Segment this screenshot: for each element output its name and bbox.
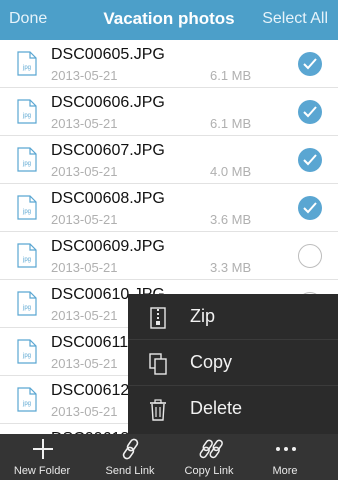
file-date: 2013-05-21 [51, 308, 118, 323]
file-name: DSC00607.JPG [51, 142, 165, 159]
file-date: 2013-05-21 [51, 164, 118, 179]
zip-icon [148, 307, 168, 329]
select-all-button[interactable]: Select All [262, 10, 328, 28]
file-size: 6.1 MB [210, 116, 252, 131]
svg-text:jpg: jpg [22, 353, 31, 359]
menu-item-label: Copy [190, 352, 233, 372]
svg-text:jpg: jpg [22, 161, 31, 167]
svg-text:jpg: jpg [22, 113, 31, 119]
svg-text:jpg: jpg [22, 305, 31, 311]
toolbar-label: New Folder [13, 465, 71, 477]
unchecked-circle-icon[interactable] [298, 244, 322, 268]
new-folder-button[interactable]: New Folder [0, 434, 84, 480]
file-date: 2013-05-21 [51, 260, 118, 275]
file-size: 4.0 MB [210, 164, 252, 179]
checked-circle-icon[interactable] [298, 148, 322, 172]
file-row[interactable]: jpg DSC00606.JPG 2013-05-21 6.1 MB [0, 88, 338, 136]
jpg-file-icon: jpg [17, 51, 37, 76]
trash-icon [148, 399, 168, 421]
double-link-icon [199, 438, 223, 460]
menu-item-label: Zip [190, 306, 216, 326]
toolbar-label: Copy Link [184, 465, 234, 477]
jpg-file-icon: jpg [17, 243, 37, 268]
menu-item-copy[interactable]: Copy [128, 340, 338, 386]
file-size: 3.3 MB [210, 260, 252, 275]
file-name: DSC00606.JPG [51, 94, 165, 111]
menu-item-delete[interactable]: Delete [128, 386, 338, 432]
jpg-file-icon: jpg [17, 147, 37, 172]
file-name: DSC00612 [51, 382, 130, 399]
jpg-file-icon: jpg [17, 99, 37, 124]
toolbar-label: Send Link [105, 465, 155, 477]
file-date: 2013-05-21 [51, 404, 118, 419]
menu-item-label: Delete [190, 398, 243, 418]
jpg-file-icon: jpg [17, 339, 37, 364]
plus-icon [32, 438, 53, 460]
file-date: 2013-05-21 [51, 116, 118, 131]
bottom-toolbar: New Folder Send Link Copy Link More [0, 434, 338, 480]
copy-icon [148, 353, 168, 375]
file-row[interactable]: jpg DSC00607.JPG 2013-05-21 4.0 MB [0, 136, 338, 184]
svg-text:jpg: jpg [22, 209, 31, 215]
jpg-file-icon: jpg [17, 291, 37, 316]
file-date: 2013-05-21 [51, 356, 118, 371]
file-name: DSC00605.JPG [51, 46, 165, 63]
toolbar-label: More [272, 465, 298, 477]
file-date: 2013-05-21 [51, 212, 118, 227]
svg-text:jpg: jpg [22, 65, 31, 71]
file-row[interactable]: jpg DSC00608.JPG 2013-05-21 3.6 MB [0, 184, 338, 232]
file-size: 3.6 MB [210, 212, 252, 227]
checked-circle-icon[interactable] [298, 100, 322, 124]
jpg-file-icon: jpg [17, 195, 37, 220]
file-name: DSC00609.JPG [51, 238, 165, 255]
menu-item-zip[interactable]: Zip [128, 294, 338, 340]
copy-link-button[interactable]: Copy Link [167, 434, 251, 480]
app-window: Done Vacation photos Select All jpg DSC00… [0, 0, 338, 480]
send-link-button[interactable]: Send Link [88, 434, 172, 480]
checked-circle-icon[interactable] [298, 196, 322, 220]
svg-text:jpg: jpg [22, 257, 31, 263]
file-row[interactable]: jpg DSC00609.JPG 2013-05-21 3.3 MB [0, 232, 338, 280]
file-size: 6.1 MB [210, 68, 252, 83]
jpg-file-icon: jpg [17, 387, 37, 412]
more-icon [275, 438, 296, 460]
nav-bar: Done Vacation photos Select All [0, 0, 338, 40]
link-icon [120, 438, 140, 460]
more-button[interactable]: More [243, 434, 327, 480]
file-name: DSC00608.JPG [51, 190, 165, 207]
action-popup-menu: Zip Copy Delete [128, 294, 338, 434]
checked-circle-icon[interactable] [298, 52, 322, 76]
svg-text:jpg: jpg [22, 401, 31, 407]
file-row[interactable]: jpg DSC00605.JPG 2013-05-21 6.1 MB [0, 40, 338, 88]
file-name: DSC00611 [51, 334, 129, 351]
file-date: 2013-05-21 [51, 68, 118, 83]
